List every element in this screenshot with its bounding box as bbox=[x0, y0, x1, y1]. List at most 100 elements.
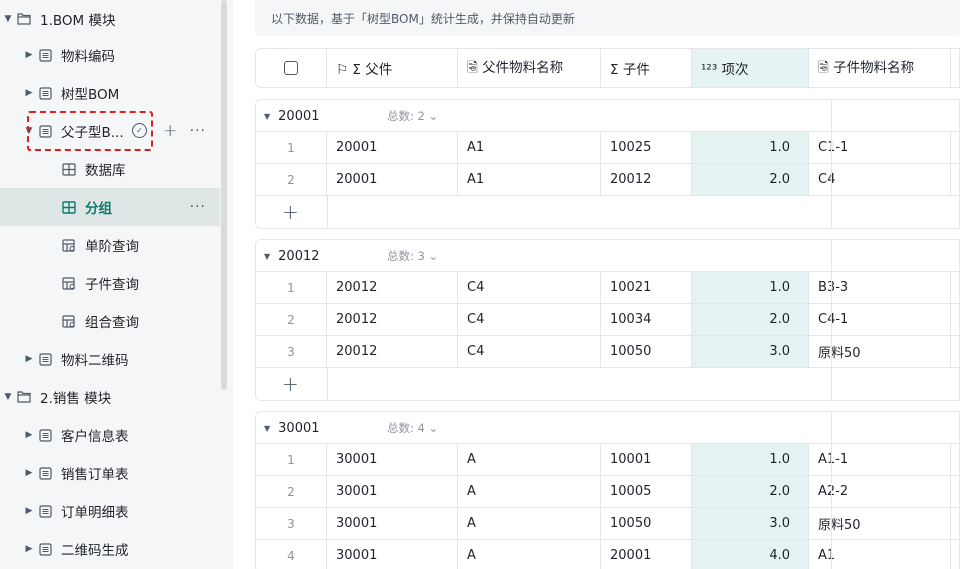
cell-seq[interactable]: 4.0 bbox=[692, 540, 809, 569]
column-header-parent-name[interactable]: 🗟 父件物料名称 bbox=[458, 49, 601, 87]
table-row[interactable]: 1 30001 A 10001 1.0 A1-1 bbox=[256, 444, 959, 476]
caret-down-icon[interactable]: ▼ bbox=[3, 14, 13, 24]
row-index[interactable]: 3 bbox=[256, 508, 327, 539]
row-index[interactable]: 1 bbox=[256, 444, 327, 475]
sidebar-item-tree-bom[interactable]: ▶ 树型BOM bbox=[0, 74, 220, 112]
caret-right-icon[interactable]: ▶ bbox=[24, 88, 34, 98]
column-header-parent[interactable]: ⚐ Σ 父件 bbox=[327, 49, 458, 87]
cell-parent-name[interactable]: A bbox=[458, 476, 601, 507]
row-index[interactable]: 1 bbox=[256, 272, 327, 303]
table-row[interactable]: 3 30001 A 10050 3.0 原料50 bbox=[256, 508, 959, 540]
cell-parent-name[interactable]: C4 bbox=[458, 272, 601, 303]
caret-down-icon[interactable]: ▼ bbox=[3, 392, 13, 402]
table-row[interactable]: 2 30001 A 10005 2.0 A2-2 bbox=[256, 476, 959, 508]
cell-child[interactable]: 10034 bbox=[601, 304, 692, 335]
cell-child[interactable]: 10021 bbox=[601, 272, 692, 303]
row-index[interactable]: 2 bbox=[256, 164, 327, 195]
group-title[interactable]: ▼ 20012 bbox=[264, 240, 320, 272]
group-header[interactable]: ▼ 30001 总数: 4 ⌄ bbox=[256, 412, 959, 444]
cell-seq[interactable]: 2.0 bbox=[692, 164, 809, 195]
add-record-icon[interactable]: + bbox=[282, 200, 299, 224]
cell-parent-name[interactable]: A1 bbox=[458, 164, 601, 195]
group-header[interactable]: ▼ 20012 总数: 3 ⌄ bbox=[256, 240, 959, 272]
row-index[interactable]: 2 bbox=[256, 476, 327, 507]
cell-parent-name[interactable]: A1 bbox=[458, 132, 601, 163]
cell-child[interactable]: 10050 bbox=[601, 336, 692, 367]
sidebar-view-database[interactable]: 数据库 bbox=[0, 150, 220, 188]
row-index[interactable]: 1 bbox=[256, 132, 327, 163]
select-all-checkbox[interactable] bbox=[284, 61, 298, 75]
sidebar-scrollbar[interactable] bbox=[221, 0, 227, 390]
sidebar-view-combined-query[interactable]: 组合查询 bbox=[0, 302, 220, 340]
table-row[interactable]: 1 20001 A1 10025 1.0 C1-1 bbox=[256, 132, 959, 164]
sidebar-folder-sales[interactable]: ▼ 2.销售 模块 bbox=[0, 378, 220, 416]
cell-seq[interactable]: 2.0 bbox=[692, 304, 809, 335]
table-row[interactable]: 4 30001 A 20001 4.0 A1 bbox=[256, 540, 959, 569]
group-count[interactable]: 总数: 4 ⌄ bbox=[387, 412, 438, 444]
sidebar-folder-bom[interactable]: ▼ 1.BOM 模块 bbox=[0, 0, 220, 38]
row-index[interactable]: 3 bbox=[256, 336, 327, 367]
table-row[interactable]: 1 20012 C4 10021 1.0 B3-3 bbox=[256, 272, 959, 304]
cell-parent[interactable]: 30001 bbox=[327, 508, 458, 539]
sidebar-item-order-detail[interactable]: ▶ 订单明细表 bbox=[0, 492, 220, 530]
sidebar-item-material-qrcode[interactable]: ▶ 物料二维码 bbox=[0, 340, 220, 378]
group-count[interactable]: 总数: 3 ⌄ bbox=[387, 240, 438, 272]
row-index[interactable]: 4 bbox=[256, 540, 327, 569]
cell-parent[interactable]: 20012 bbox=[327, 304, 458, 335]
group-title[interactable]: ▼ 20001 bbox=[264, 100, 320, 132]
caret-right-icon[interactable]: ▶ bbox=[24, 354, 34, 364]
caret-right-icon[interactable]: ▶ bbox=[24, 468, 34, 478]
cell-parent-name[interactable]: A bbox=[458, 508, 601, 539]
cell-seq[interactable]: 1.0 bbox=[692, 272, 809, 303]
cell-child[interactable]: 10025 bbox=[601, 132, 692, 163]
add-record-icon[interactable]: + bbox=[282, 372, 299, 396]
cell-seq[interactable]: 2.0 bbox=[692, 476, 809, 507]
column-header-child-name[interactable]: 🗟 子件物料名称 bbox=[809, 49, 951, 87]
sidebar-view-single-level-query[interactable]: 单阶查询 bbox=[0, 226, 220, 264]
row-index[interactable]: 2 bbox=[256, 304, 327, 335]
cell-child[interactable]: 20012 bbox=[601, 164, 692, 195]
caret-down-icon[interactable]: ▼ bbox=[264, 424, 270, 433]
cell-parent[interactable]: 30001 bbox=[327, 444, 458, 475]
caret-right-icon[interactable]: ▶ bbox=[24, 544, 34, 554]
cell-child[interactable]: 10005 bbox=[601, 476, 692, 507]
sidebar-view-child-query[interactable]: 子件查询 bbox=[0, 264, 220, 302]
sidebar-item-sales-order[interactable]: ▶ 销售订单表 bbox=[0, 454, 220, 492]
group-count[interactable]: 总数: 2 ⌄ bbox=[387, 100, 438, 132]
caret-right-icon[interactable]: ▶ bbox=[24, 430, 34, 440]
cell-parent[interactable]: 30001 bbox=[327, 540, 458, 569]
caret-right-icon[interactable]: ▶ bbox=[24, 50, 34, 60]
column-header-child[interactable]: Σ 子件 bbox=[601, 49, 692, 87]
cell-child[interactable]: 10050 bbox=[601, 508, 692, 539]
table-row[interactable]: 2 20001 A1 20012 2.0 C4 bbox=[256, 164, 959, 196]
cell-parent-name[interactable]: A bbox=[458, 540, 601, 569]
cell-parent-name[interactable]: C4 bbox=[458, 304, 601, 335]
add-icon[interactable]: + bbox=[163, 121, 177, 141]
add-row[interactable]: + bbox=[256, 368, 959, 400]
table-row[interactable]: 3 20012 C4 10050 3.0 原料50 bbox=[256, 336, 959, 368]
cell-seq[interactable]: 3.0 bbox=[692, 336, 809, 367]
add-row[interactable]: + bbox=[256, 196, 959, 228]
cell-parent[interactable]: 20001 bbox=[327, 164, 458, 195]
cell-parent-name[interactable]: A bbox=[458, 444, 601, 475]
cell-parent[interactable]: 30001 bbox=[327, 476, 458, 507]
cell-child[interactable]: 20001 bbox=[601, 540, 692, 569]
cell-parent[interactable]: 20001 bbox=[327, 132, 458, 163]
more-options-icon[interactable]: ··· bbox=[190, 123, 206, 139]
cell-seq[interactable]: 1.0 bbox=[692, 444, 809, 475]
cell-parent[interactable]: 20012 bbox=[327, 272, 458, 303]
sidebar-view-group[interactable]: 分组 ··· bbox=[0, 188, 220, 226]
cell-seq[interactable]: 3.0 bbox=[692, 508, 809, 539]
cell-parent[interactable]: 20012 bbox=[327, 336, 458, 367]
caret-down-icon[interactable]: ▼ bbox=[264, 252, 270, 261]
sidebar-item-material-code[interactable]: ▶ 物料编码 bbox=[0, 36, 220, 74]
sidebar-item-qrcode-gen[interactable]: ▶ 二维码生成 bbox=[0, 530, 220, 568]
table-row[interactable]: 2 20012 C4 10034 2.0 C4-1 bbox=[256, 304, 959, 336]
cell-seq[interactable]: 1.0 bbox=[692, 132, 809, 163]
cell-child[interactable]: 10001 bbox=[601, 444, 692, 475]
cell-parent-name[interactable]: C4 bbox=[458, 336, 601, 367]
group-title[interactable]: ▼ 30001 bbox=[264, 412, 320, 444]
caret-right-icon[interactable]: ▶ bbox=[24, 506, 34, 516]
column-header-seq[interactable]: ¹²³ 项次 bbox=[692, 49, 809, 87]
group-header[interactable]: ▼ 20001 总数: 2 ⌄ bbox=[256, 100, 959, 132]
